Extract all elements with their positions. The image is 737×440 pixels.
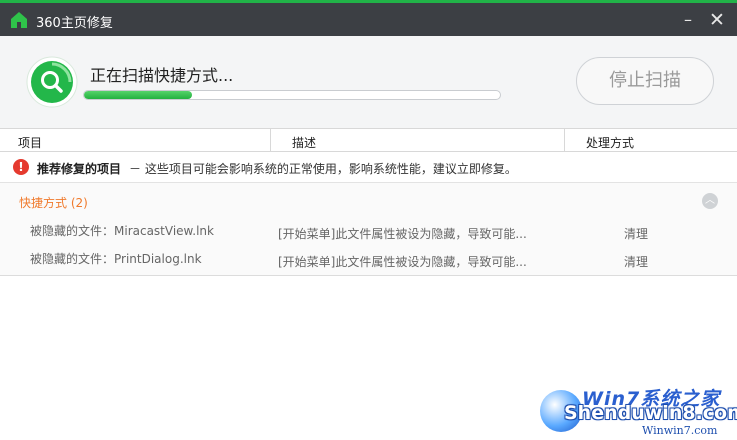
minimize-button[interactable]: – [676,8,700,32]
site-watermark: Win7系统之家 Shenduwin8.com Winwin7.com [538,384,737,440]
column-desc[interactable]: 描述 [292,134,316,151]
title-bar: 360主页修复 – ✕ [0,0,737,36]
list-item-name[interactable]: 被隐藏的文件：MiracastView.lnk [30,222,214,239]
list-item-action[interactable]: 清理 [624,225,648,242]
stop-scan-button[interactable]: 停止扫描 [576,57,714,105]
recommended-title: 推荐修复的项目 [37,162,122,176]
scan-progress-fill [84,91,193,99]
watermark-main-text: Shenduwin8.com [564,402,737,424]
recommended-section-header: ! 推荐修复的项目 － 这些项目可能会影响系统的正常使用，影响系统性能，建议立即… [0,152,737,183]
watermark-sub-text: Winwin7.com [642,424,718,437]
column-item[interactable]: 项目 [18,134,42,151]
app-home-icon [11,12,27,28]
column-action[interactable]: 处理方式 [586,134,634,151]
search-icon [26,56,78,108]
close-button[interactable]: ✕ [705,8,729,32]
group-title[interactable]: 快捷方式 (2) [19,194,88,211]
scan-status-text: 正在扫描快捷方式... [90,66,234,85]
scan-progress-bar [83,90,501,100]
column-divider[interactable] [270,129,271,151]
list-item-desc: [开始菜单]此文件属性被设为隐藏，导致可能... [278,227,527,241]
list-item-action[interactable]: 清理 [624,253,648,270]
recommended-description: － 这些项目可能会影响系统的正常使用，影响系统性能，建议立即修复。 [129,162,517,176]
list-item-desc: [开始菜单]此文件属性被设为隐藏，导致可能... [278,255,527,269]
column-header: 项目 描述 处理方式 [0,128,737,152]
window-title: 360主页修复 [36,16,113,31]
column-divider[interactable] [564,129,565,151]
collapse-chevron-icon[interactable]: ︿ [702,193,718,209]
warning-icon: ! [13,159,29,175]
list-item-name[interactable]: 被隐藏的文件：PrintDialog.lnk [30,250,202,267]
